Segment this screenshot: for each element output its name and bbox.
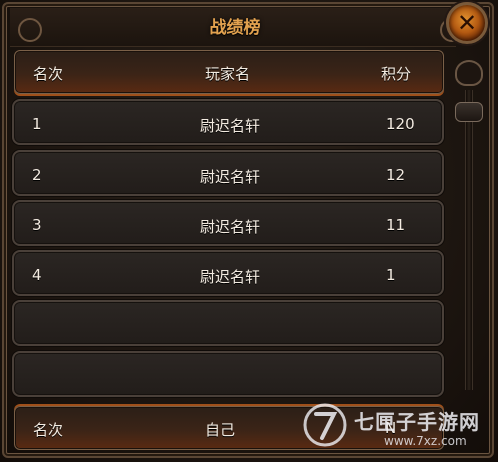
row-player: 尉迟名轩 [200,168,261,186]
row-rank: 4 [32,266,42,284]
table-row: 1 尉迟名轩 120 [12,99,444,145]
table-header: 名次 玩家名 积分 [14,50,444,94]
footer-self-label: 自己 [205,421,236,439]
header-score: 积分 [381,65,412,83]
header-rank: 名次 [33,65,64,83]
table-row: 3 尉迟名轩 11 [12,200,444,246]
scroll-ornament-icon [455,60,483,86]
table-row: 4 尉迟名轩 1 [12,250,444,296]
row-player: 尉迟名轩 [200,117,261,135]
row-rank: 3 [32,216,42,234]
header-player: 玩家名 [205,65,251,83]
scrollbar[interactable] [455,60,483,440]
row-score: 1 [386,266,396,284]
scroll-track[interactable] [465,90,473,390]
watermark-url: www.7xz.com [384,434,467,448]
page-title: 战绩榜 [209,18,261,38]
close-icon: ✕ [456,9,478,37]
watermark-logo-icon [303,403,347,447]
scroll-thumb[interactable] [455,102,483,122]
table-row-empty [12,351,444,397]
row-rank: 2 [32,166,42,184]
watermark: 七匣子手游网 www.7xz.com [300,400,490,456]
row-rank: 1 [32,115,42,133]
table-row-empty [12,300,444,346]
footer-rank-label: 名次 [33,421,64,439]
row-player: 尉迟名轩 [200,268,261,286]
leaderboard-panel: 战绩榜 ✕ 名次 玩家名 积分 1 尉迟名轩 120 2 尉迟名轩 12 3 尉… [0,0,498,462]
watermark-brand: 七匣子手游网 [354,410,480,434]
row-score: 11 [386,216,406,234]
close-button[interactable]: ✕ [446,2,488,44]
row-score: 12 [386,166,406,184]
table-row: 2 尉迟名轩 12 [12,150,444,196]
row-score: 120 [386,115,415,133]
row-player: 尉迟名轩 [200,218,261,236]
